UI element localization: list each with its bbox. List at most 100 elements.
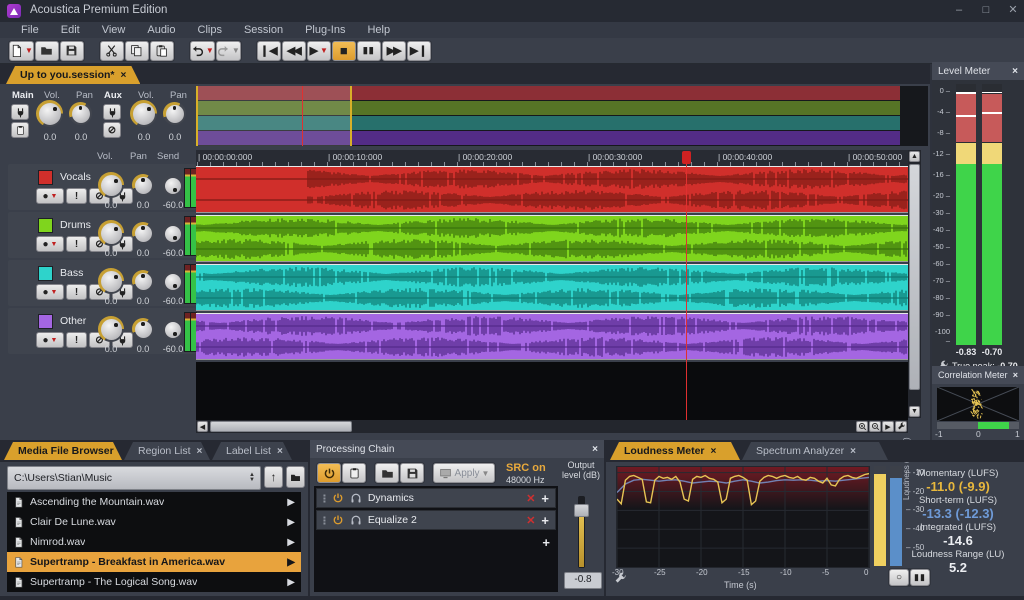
track-volume-knob[interactable] — [98, 172, 124, 198]
pause-button[interactable]: ▮▮ — [357, 41, 381, 61]
go-to-end-button[interactable]: ▶❙ — [407, 41, 431, 61]
preview-play-icon[interactable]: ▶ — [287, 577, 295, 588]
level-meter-close-icon[interactable]: × — [1012, 66, 1018, 77]
effect-power-icon[interactable] — [332, 492, 344, 504]
aux-pan-knob[interactable] — [163, 102, 186, 125]
file-row[interactable]: Nimrod.wav▶ — [7, 532, 301, 552]
path-dropdown[interactable]: C:\Users\Stian\Music ▲▼ — [7, 466, 261, 490]
scroll-right-icon[interactable]: ▶ — [882, 421, 894, 432]
browse-folder-button[interactable] — [286, 466, 305, 488]
new-button[interactable]: ▼ — [9, 41, 34, 61]
track-pan-knob[interactable] — [132, 270, 154, 292]
effect-add-icon[interactable]: + — [541, 491, 549, 506]
menu-help[interactable]: Help — [356, 24, 401, 36]
track-color-swatch[interactable] — [38, 218, 53, 233]
effect-remove-icon[interactable]: ✕ — [526, 492, 535, 505]
menu-plugins[interactable]: Plug-Ins — [294, 24, 356, 36]
track-pan-knob[interactable] — [132, 318, 154, 340]
menu-view[interactable]: View — [91, 24, 137, 36]
menu-session[interactable]: Session — [233, 24, 294, 36]
effect-remove-icon[interactable]: ✕ — [526, 514, 535, 527]
chain-clipboard-button[interactable] — [342, 463, 366, 483]
chain-power-button[interactable] — [317, 463, 341, 483]
drag-handle-icon[interactable]: ▪▪▪ — [323, 494, 326, 503]
chain-item-equalize-2[interactable]: ▪▪▪ Equalize 2 ✕ + — [316, 510, 556, 530]
zoom-in-icon[interactable] — [856, 421, 868, 432]
menu-clips[interactable]: Clips — [187, 24, 233, 36]
effect-add-icon[interactable]: + — [542, 535, 550, 550]
go-to-start-button[interactable]: ❙◀ — [257, 41, 281, 61]
paste-button[interactable] — [150, 41, 174, 61]
menu-edit[interactable]: Edit — [50, 24, 91, 36]
tab-label-list[interactable]: Label List× — [212, 442, 292, 460]
effect-listen-icon[interactable] — [350, 514, 362, 526]
aux-bypass-button[interactable]: ⊘ — [103, 122, 121, 138]
arrangement-settings-icon[interactable] — [895, 421, 907, 432]
close-button[interactable]: ✕ — [1004, 3, 1022, 19]
track-lane-vocals[interactable] — [196, 166, 908, 213]
tab-close-icon[interactable]: × — [120, 446, 126, 457]
h-scroll-thumb[interactable] — [210, 421, 352, 432]
track-lane-bass[interactable] — [196, 264, 908, 311]
v-scroll-thumb[interactable] — [909, 164, 920, 390]
cut-button[interactable] — [100, 41, 124, 61]
effect-power-icon[interactable] — [332, 514, 344, 526]
track-header-drums[interactable]: Drums ●▼ ! ⊘ 0.0 0.0 -60.0 — [8, 212, 196, 258]
vertical-scrollbar[interactable]: ▲▼ — [908, 150, 921, 418]
tab-close-icon[interactable]: × — [197, 446, 203, 457]
solo-button[interactable]: ! — [66, 188, 87, 204]
track-send-knob[interactable] — [162, 271, 183, 292]
scroll-up-icon[interactable]: ▲ — [909, 151, 920, 162]
track-header-vocals[interactable]: Vocals ●▼ ! ⊘ 0.0 0.0 -60.0 — [8, 164, 196, 210]
solo-button[interactable]: ! — [66, 332, 87, 348]
output-level-slider[interactable] — [578, 496, 585, 568]
stop-button[interactable]: ■ — [332, 41, 356, 61]
track-header-bass[interactable]: Bass ●▼ ! ⊘ 0.0 0.0 -60.0 — [8, 260, 196, 306]
main-pan-knob[interactable] — [69, 102, 92, 125]
track-lane-drums[interactable] — [196, 215, 908, 262]
track-send-knob[interactable] — [162, 319, 183, 340]
effect-add-icon[interactable]: + — [541, 513, 549, 528]
chain-item-dynamics[interactable]: ▪▪▪ Dynamics ✕ + — [316, 488, 556, 508]
correlation-meter-close-icon[interactable]: × — [1013, 370, 1018, 380]
tab-region-list[interactable]: Region List× — [124, 442, 210, 460]
track-volume-knob[interactable] — [98, 316, 124, 342]
record-arm-button[interactable]: ●▼ — [36, 188, 64, 204]
session-tab[interactable]: Up to you.session* × — [6, 66, 140, 84]
drag-handle-icon[interactable]: ▪▪▪ — [323, 516, 326, 525]
save-button[interactable] — [60, 41, 84, 61]
chain-save-button[interactable] — [400, 463, 424, 483]
solo-button[interactable]: ! — [66, 284, 87, 300]
menu-audio[interactable]: Audio — [136, 24, 186, 36]
track-send-knob[interactable] — [162, 223, 183, 244]
record-arm-button[interactable]: ●▼ — [36, 236, 64, 252]
track-lane-other[interactable] — [196, 313, 908, 360]
main-volume-knob[interactable] — [36, 100, 63, 127]
undo-button[interactable]: ▼ — [190, 41, 215, 61]
track-pan-knob[interactable] — [132, 222, 154, 244]
track-color-swatch[interactable] — [38, 170, 53, 185]
effect-listen-icon[interactable] — [350, 492, 362, 504]
open-button[interactable] — [35, 41, 59, 61]
track-send-knob[interactable] — [162, 175, 183, 196]
play-button[interactable]: ▶▼ — [307, 41, 331, 61]
tab-loudness-meter[interactable]: Loudness Meter× — [610, 442, 740, 460]
track-volume-knob[interactable] — [98, 220, 124, 246]
scroll-down-icon[interactable]: ▼ — [909, 406, 920, 417]
aux-volume-knob[interactable] — [130, 100, 157, 127]
aux-monitor-button[interactable] — [103, 104, 121, 120]
rewind-button[interactable]: ◀◀ — [282, 41, 306, 61]
file-row[interactable]: Supertramp - Breakfast in America.wav▶ — [7, 552, 301, 572]
preview-play-icon[interactable]: ▶ — [287, 537, 295, 548]
chain-add-row[interactable]: + — [316, 532, 556, 552]
tab-close-icon[interactable]: × — [277, 446, 283, 457]
track-volume-knob[interactable] — [98, 268, 124, 294]
track-color-swatch[interactable] — [38, 314, 53, 329]
copy-button[interactable] — [125, 41, 149, 61]
track-header-other[interactable]: Other ●▼ ! ⊘ 0.0 0.0 -60.0 — [8, 308, 196, 354]
track-color-swatch[interactable] — [38, 266, 53, 281]
record-arm-button[interactable]: ●▼ — [36, 332, 64, 348]
output-slider-handle[interactable] — [574, 504, 589, 517]
output-level-value[interactable]: -0.8 — [564, 572, 602, 589]
folder-up-button[interactable]: ↑ — [264, 466, 283, 488]
